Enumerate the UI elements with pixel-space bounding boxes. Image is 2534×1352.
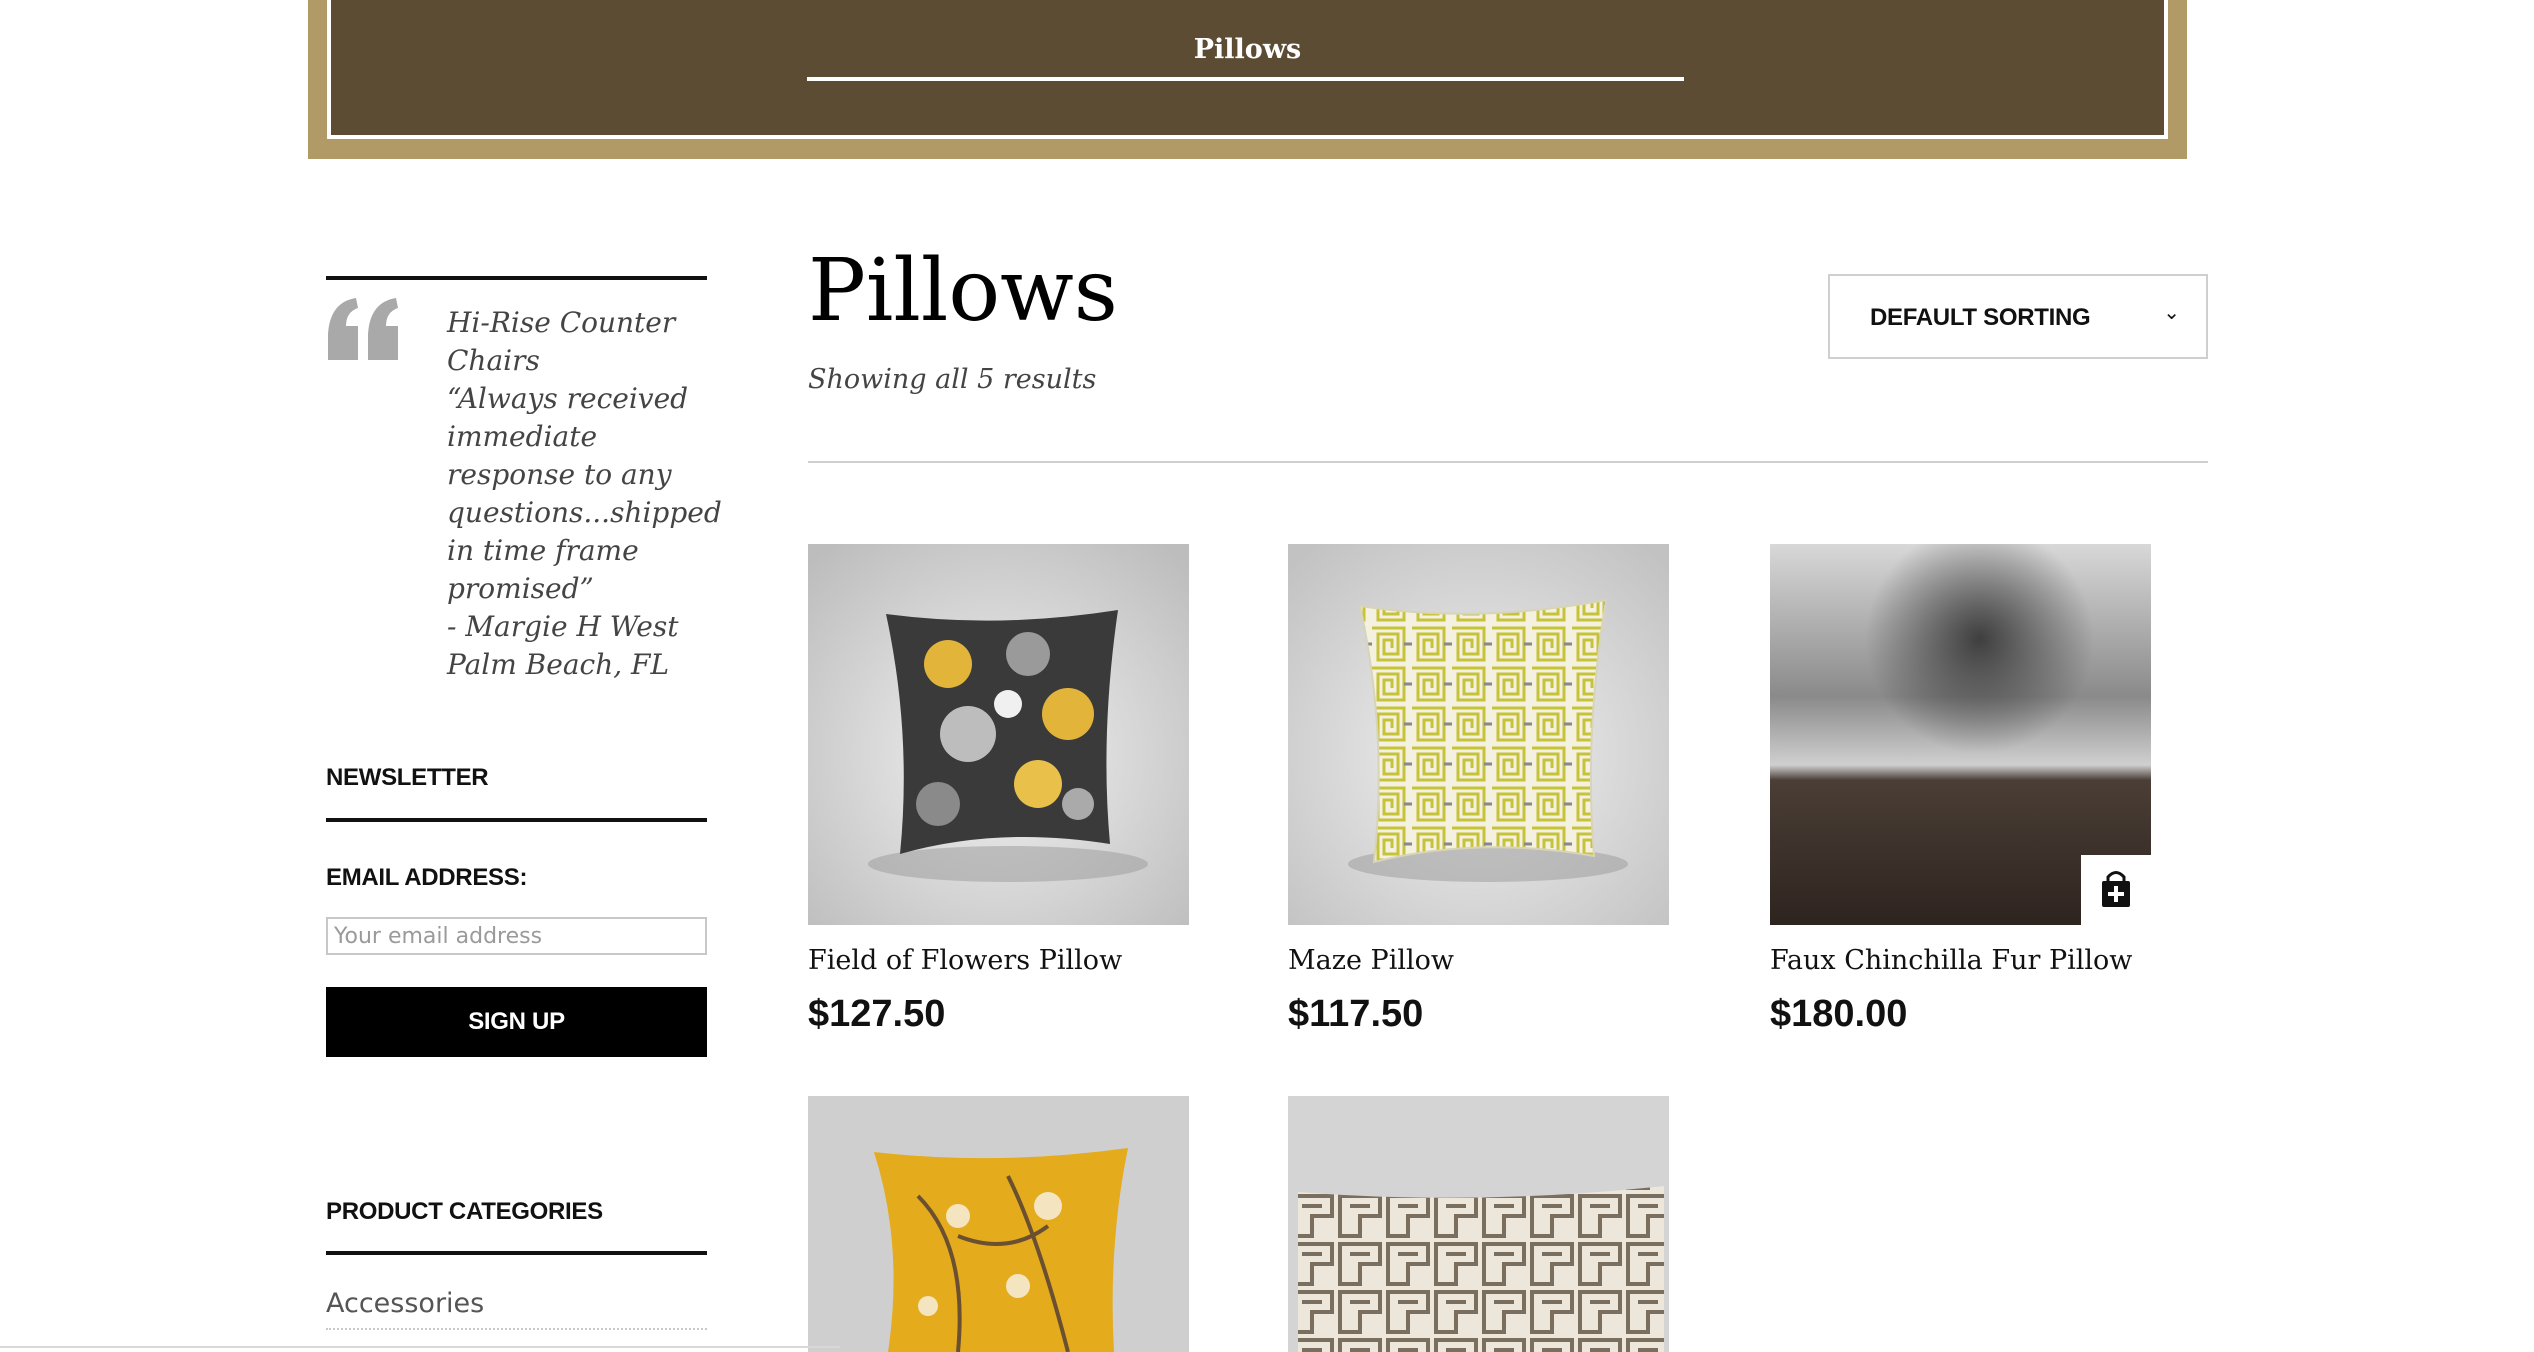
testimonial-text: Hi-Rise Counter Chairs “Always received … <box>447 306 722 681</box>
shopping-bag-plus-icon <box>2102 871 2130 907</box>
pillow-image <box>1288 544 1669 925</box>
product-image-grey-maze[interactable] <box>1288 1096 1669 1352</box>
product-card[interactable]: Maze Pillow $117.50 <box>1288 544 1669 1035</box>
page-title: Pillows <box>808 241 1118 341</box>
add-to-cart-button[interactable] <box>2081 855 2151 925</box>
email-field[interactable] <box>326 917 707 955</box>
sign-up-button[interactable]: SIGN UP <box>326 987 707 1057</box>
product-card[interactable] <box>808 1096 1189 1352</box>
sort-selected-value: DEFAULT SORTING <box>1870 304 2091 331</box>
result-count: Showing all 5 results <box>808 364 1097 395</box>
pillow-image <box>1288 1096 1669 1352</box>
product-image-faux-chinchilla[interactable] <box>1770 544 2151 925</box>
product-image-field-of-flowers[interactable] <box>808 544 1189 925</box>
testimonial-widget: Hi-Rise Counter Chairs “Always received … <box>326 280 722 700</box>
header-banner-inner: Pillows <box>327 0 2168 139</box>
product-price: $127.50 <box>808 993 946 1035</box>
product-image-maze[interactable] <box>1288 544 1669 925</box>
newsletter-rule <box>326 818 707 822</box>
sort-dropdown[interactable]: DEFAULT SORTING ⌄ <box>1828 274 2208 359</box>
product-categories-rule <box>326 1251 707 1255</box>
newsletter-title: NEWSLETTER <box>326 764 489 791</box>
product-name[interactable]: Maze Pillow <box>1288 945 1454 976</box>
category-link-accessories[interactable]: Accessories <box>326 1288 707 1330</box>
product-name[interactable]: Faux Chinchilla Fur Pillow <box>1770 945 2132 976</box>
banner-underline <box>807 77 1684 81</box>
bottom-scroll-edge <box>0 1346 840 1348</box>
product-price: $117.50 <box>1288 993 1424 1035</box>
sidebar: Hi-Rise Counter Chairs “Always received … <box>326 276 722 1330</box>
product-card[interactable]: Faux Chinchilla Fur Pillow $180.00 <box>1770 544 2151 1035</box>
email-label: EMAIL ADDRESS: <box>326 864 528 891</box>
header-banner: Pillows <box>308 0 2187 159</box>
product-name[interactable]: Field of Flowers Pillow <box>808 945 1122 976</box>
content-divider <box>808 461 2208 463</box>
product-image-yellow-floral[interactable] <box>808 1096 1189 1352</box>
product-price: $180.00 <box>1770 993 1908 1035</box>
pillow-image <box>808 544 1189 925</box>
pillow-image <box>808 1096 1189 1352</box>
product-categories-title: PRODUCT CATEGORIES <box>326 1198 603 1225</box>
banner-title: Pillows <box>1193 34 1302 65</box>
product-card[interactable] <box>1288 1096 1669 1352</box>
product-card[interactable]: Field of Flowers Pillow $127.50 <box>808 544 1189 1035</box>
quote-icon <box>328 298 398 360</box>
chevron-down-icon: ⌄ <box>2163 300 2180 324</box>
